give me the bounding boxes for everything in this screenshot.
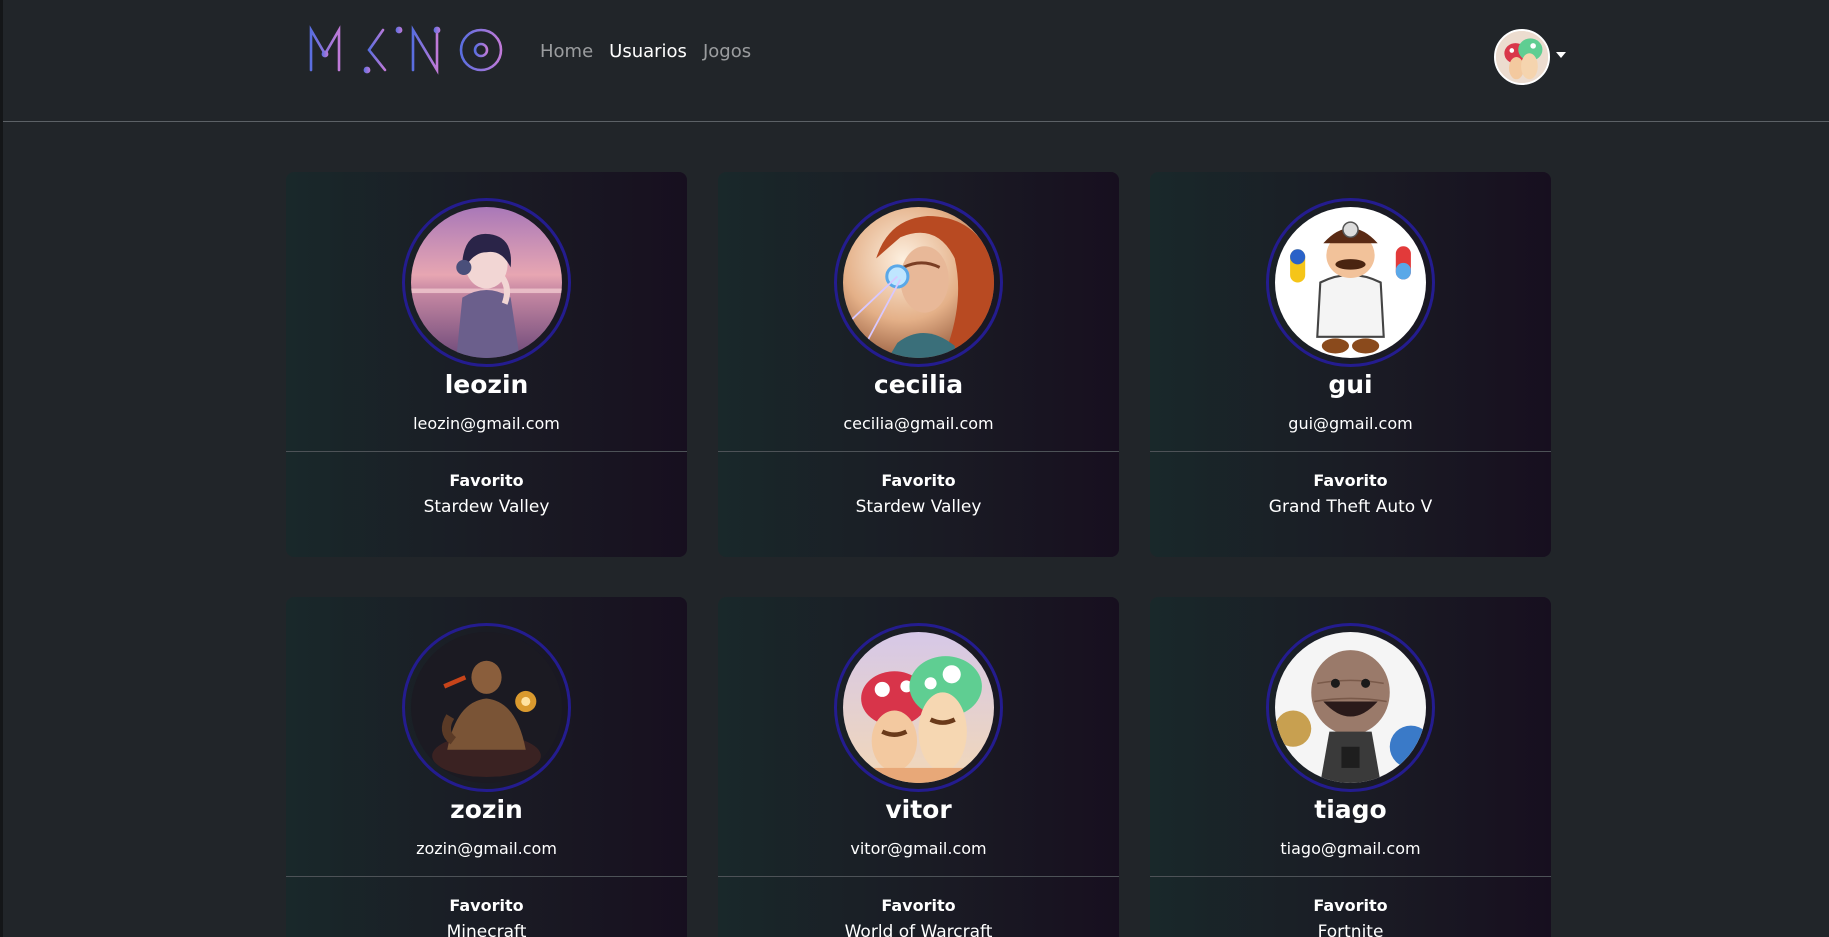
user-menu-dropdown[interactable]: [1494, 29, 1566, 85]
user-email: cecilia@gmail.com: [843, 414, 994, 433]
card-divider: [718, 876, 1119, 877]
user-avatar-frame: [834, 623, 1003, 792]
user-card[interactable]: zozin zozin@gmail.com Favorito Minecraft: [286, 597, 687, 937]
user-card[interactable]: vitor vitor@gmail.com Favorito World of …: [718, 597, 1119, 937]
user-name: tiago: [1314, 795, 1387, 824]
favorite-game: Stardew Valley: [423, 497, 550, 517]
mushroom-duo-icon: [843, 632, 994, 783]
user-card[interactable]: tiago tiago@gmail.com Favorito Fortnite: [1150, 597, 1551, 937]
user-name: cecilia: [873, 370, 964, 399]
user-name: gui: [1328, 370, 1373, 399]
anime-boy-headphones-icon: [411, 207, 562, 358]
imikino-logo[interactable]: [295, 24, 505, 76]
aloy-horizon-icon: [843, 207, 994, 358]
lee-sin-icon: [411, 632, 562, 783]
dr-mario-icon: [1275, 207, 1426, 358]
user-card[interactable]: cecilia cecilia@gmail.com Favorito Stard…: [718, 172, 1119, 557]
user-email: tiago@gmail.com: [1280, 839, 1421, 858]
favorite-label: Favorito: [881, 471, 956, 490]
favorite-game: Fortnite: [1317, 922, 1384, 937]
user-name: vitor: [885, 795, 952, 824]
user-avatar-frame: [402, 198, 571, 367]
user-avatar[interactable]: [1494, 29, 1550, 85]
favorite-label: Favorito: [449, 896, 524, 915]
user-name: leozin: [444, 370, 529, 399]
favorite-label: Favorito: [449, 471, 524, 490]
favorite-game: World of Warcraft: [844, 922, 993, 937]
card-divider: [1150, 451, 1551, 452]
window-edge: [0, 0, 3, 937]
nav-home[interactable]: Home: [540, 41, 593, 62]
user-avatar-frame: [1266, 623, 1435, 792]
card-divider: [286, 451, 687, 452]
card-divider: [1150, 876, 1551, 877]
user-avatar-frame: [834, 198, 1003, 367]
navbar: Home Usuarios Jogos: [3, 0, 1829, 122]
favorite-game: Minecraft: [446, 922, 527, 937]
user-card[interactable]: gui gui@gmail.com Favorito Grand Theft A…: [1150, 172, 1551, 557]
user-email: gui@gmail.com: [1288, 414, 1413, 433]
user-avatar-frame: [1266, 198, 1435, 367]
favorite-label: Favorito: [1313, 471, 1388, 490]
user-card[interactable]: leozin leozin@gmail.com Favorito Stardew…: [286, 172, 687, 557]
nav-usuarios[interactable]: Usuarios: [609, 41, 687, 62]
favorite-label: Favorito: [881, 896, 956, 915]
user-email: zozin@gmail.com: [416, 839, 557, 858]
chevron-down-icon[interactable]: [1556, 52, 1566, 58]
user-name: zozin: [450, 795, 523, 824]
sackboy-icon: [1275, 632, 1426, 783]
user-email: vitor@gmail.com: [850, 839, 987, 858]
user-avatar-frame: [402, 623, 571, 792]
nav-jogos[interactable]: Jogos: [703, 41, 751, 62]
user-email: leozin@gmail.com: [413, 414, 560, 433]
card-divider: [718, 451, 1119, 452]
favorite-label: Favorito: [1313, 896, 1388, 915]
card-divider: [286, 876, 687, 877]
main-nav: Home Usuarios Jogos: [540, 41, 751, 62]
favorite-game: Stardew Valley: [855, 497, 982, 517]
favorite-game: Grand Theft Auto V: [1268, 497, 1433, 517]
